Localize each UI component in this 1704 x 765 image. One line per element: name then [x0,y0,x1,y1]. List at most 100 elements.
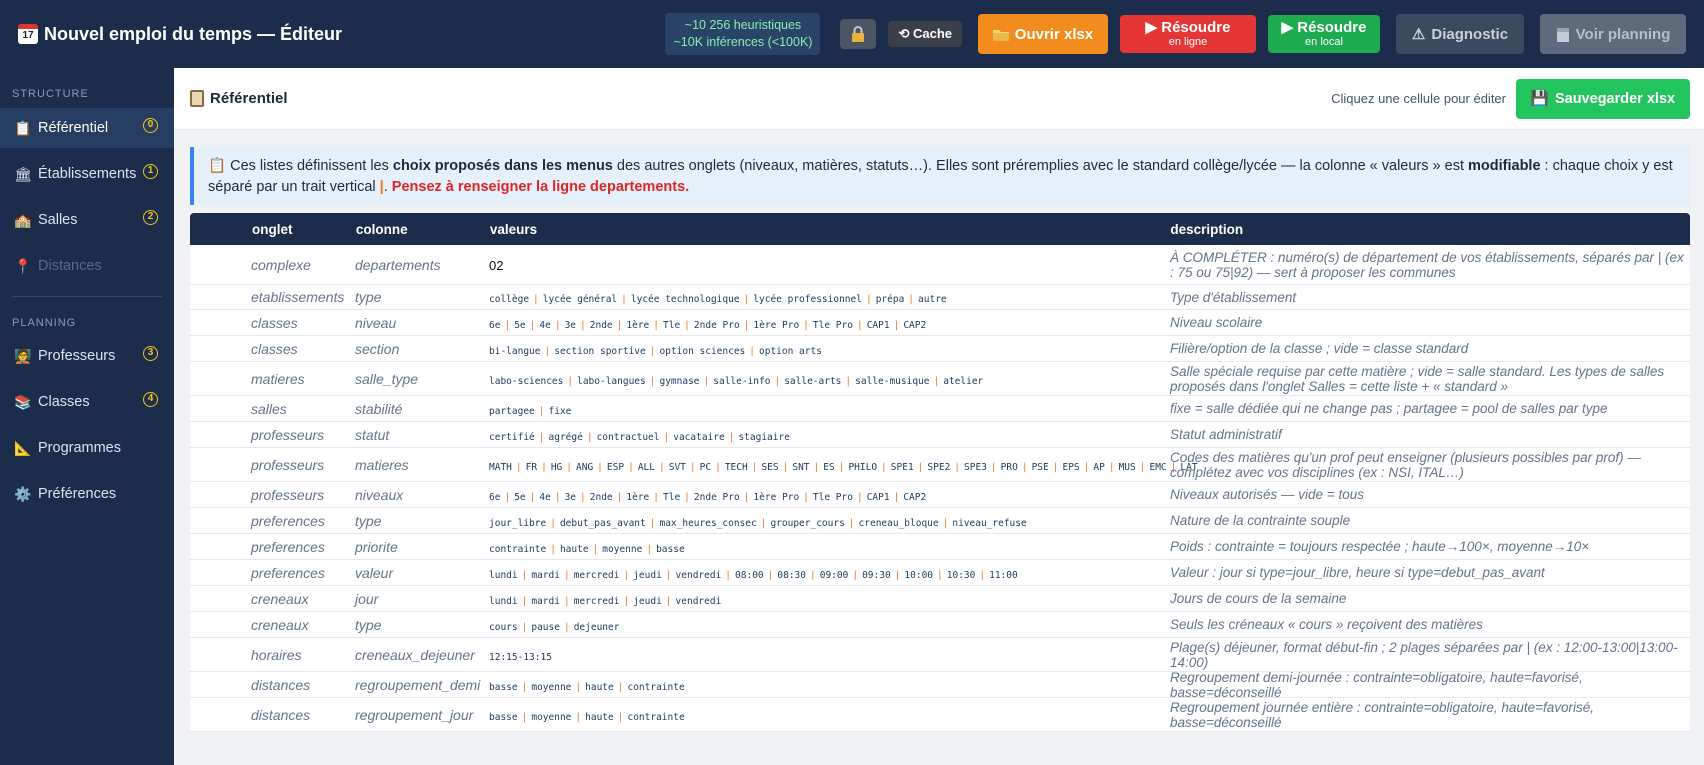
cell-valeurs[interactable]: 6e | 5e | 4e | 3e | 2nde | 1ère | Tle | 2nde Pro | 1ère … [489,487,1170,503]
solve-local-button[interactable]: ▶ Résoudre en local [1268,15,1380,53]
cell-onglet[interactable]: distances [190,707,355,723]
cell-valeurs[interactable]: lundi | mardi | mercredi | jeudi | vendredi | 08:0… [489,565,1170,581]
cell-onglet[interactable]: matieres [190,371,355,387]
cell-description[interactable]: Poids : contrainte = toujours respectée … [1170,539,1690,554]
cell-valeurs[interactable]: 12:15-13:15 [489,647,1170,663]
sidebar-item-preferences[interactable]: ⚙️ Préférences [0,474,174,514]
cell-onglet[interactable]: creneaux [190,617,355,633]
cell-valeurs[interactable]: bi-langue | section sportive | option scienc… [489,341,1170,357]
cell-description[interactable]: Codes des matières qu'un prof peut ensei… [1170,450,1690,480]
cell-valeurs[interactable]: cours | pause | dejeuner [489,617,1170,633]
cell-valeurs[interactable]: certifié | agrégé | contractuel | vacataire | st… [489,427,1170,443]
cell-onglet[interactable]: professeurs [190,427,355,443]
cell-onglet[interactable]: preferences [190,565,355,581]
cell-valeurs[interactable]: 02 [489,257,1170,273]
cell-onglet[interactable]: distances [190,677,355,693]
sidebar-item-etablissements[interactable]: 🏛 Établissements 1 [0,154,174,194]
cell-valeurs[interactable]: labo-sciences | labo-langues | gymnase | salle… [489,371,1170,387]
cell-onglet[interactable]: creneaux [190,591,355,607]
cell-description[interactable]: Niveau scolaire [1170,315,1690,330]
value-choice: 5e [514,491,526,503]
cell-colonne[interactable]: regroupement_demi [355,677,489,693]
cell-valeurs[interactable]: MATH | FR | HG | ANG | ESP | ALL | SVT | PC | TECH | SES | S… [489,457,1198,473]
cell-valeurs[interactable]: basse | moyenne | haute | contrainte [489,677,1170,693]
cell-description[interactable]: Jours de cours de la semaine [1170,591,1690,606]
cell-onglet[interactable]: professeurs [190,487,355,503]
cell-colonne[interactable]: type [355,617,489,633]
cell-colonne[interactable]: priorite [355,539,489,555]
cell-colonne[interactable]: jour [355,591,489,607]
sidebar-item-classes[interactable]: 📚 Classes 4 [0,382,174,422]
lock-button[interactable] [840,19,877,49]
cell-description[interactable]: Regroupement journée entière : contraint… [1170,700,1690,730]
value-choice: vendredi [675,595,722,607]
cell-colonne[interactable]: section [355,341,489,357]
cell-valeurs[interactable]: lundi | mardi | mercredi | jeudi | vendredi [489,591,1170,607]
cell-colonne[interactable]: creneaux_dejeuner [355,647,489,663]
cell-colonne[interactable]: matieres [355,457,489,473]
sidebar-item-referentiel[interactable]: 📋 Référentiel 0 [0,108,174,148]
cell-colonne[interactable]: niveaux [355,487,489,503]
cell-onglet[interactable]: preferences [190,539,355,555]
cell-description[interactable]: Salle spéciale requise par cette matière… [1170,364,1690,394]
sidebar-item-salles[interactable]: 🏫 Salles 2 [0,200,174,240]
step-number-badge: 1 [143,164,158,179]
sidebar-item-professeurs[interactable]: 🧑‍🏫 Professeurs 3 [0,336,174,376]
open-xlsx-button[interactable]: Ouvrir xlsx [978,14,1108,54]
value-separator: | [575,711,582,723]
clipboard-icon: 📋 [14,119,32,136]
value-separator: | [743,319,750,331]
cell-valeurs[interactable]: basse | moyenne | haute | contrainte [489,707,1170,723]
cell-colonne[interactable]: type [355,513,489,529]
cell-valeurs[interactable]: partagee | fixe [489,401,1170,417]
cell-description[interactable]: À COMPLÉTER : numéro(s) de département d… [1170,250,1690,280]
cell-valeurs[interactable]: collège | lycée général | lycée technologiqu… [489,289,1170,305]
cache-button[interactable]: ⟲ Cache [888,21,962,47]
cell-colonne[interactable]: statut [355,427,489,443]
cell-description[interactable]: Nature de la contrainte souple [1170,513,1690,528]
cell-description[interactable]: fixe = salle dédiée qui ne change pas ; … [1170,401,1690,416]
cell-colonne[interactable]: departements [355,257,489,273]
value-choice: CAP2 [903,491,927,503]
view-planning-button[interactable]: Voir planning [1540,14,1686,54]
save-xlsx-button[interactable]: 💾 Sauvegarder xlsx [1516,78,1690,119]
cell-onglet[interactable]: salles [190,401,355,417]
sidebar-item-programmes[interactable]: 📐 Programmes [0,428,174,468]
cell-description[interactable]: Plage(s) déjeuner, format début-fin ; 2 … [1170,640,1690,670]
value-separator: | [782,461,789,473]
value-choice: salle-info [713,375,771,387]
cell-onglet[interactable]: professeurs [190,457,355,473]
cell-onglet[interactable]: horaires [190,647,355,663]
cell-onglet[interactable]: preferences [190,513,355,529]
cell-description[interactable]: Seuls les créneaux « cours » reçoivent d… [1170,617,1690,632]
diagnostic-button[interactable]: ⚠ Diagnostic [1396,14,1524,54]
sidebar-item-distances[interactable]: 📍 Distances [0,246,174,286]
value-separator: | [623,595,630,607]
cell-colonne[interactable]: type [355,289,489,305]
cell-colonne[interactable]: niveau [355,315,489,331]
value-choice: option arts [759,345,822,357]
value-choice: pause [531,621,560,633]
value-choice: lundi [489,569,518,581]
cell-colonne[interactable]: stabilité [355,401,489,417]
table-row: preferences priorite contrainte | haute | moye… [190,534,1690,560]
cell-description[interactable]: Statut administratif [1170,427,1690,442]
cell-description[interactable]: Regroupement demi-journée : contrainte=o… [1170,670,1690,700]
cell-colonne[interactable]: valeur [355,565,489,581]
cell-onglet[interactable]: classes [190,315,355,331]
value-choice: moyenne [531,681,572,693]
cell-description[interactable]: Niveaux autorisés — vide = tous [1170,487,1690,502]
cell-valeurs[interactable]: jour_libre | debut_pas_avant | max_heures_co… [489,513,1170,529]
cell-colonne[interactable]: salle_type [355,371,489,387]
cell-valeurs[interactable]: 6e | 5e | 4e | 3e | 2nde | 1ère | Tle | 2nde Pro | 1ère … [489,315,1170,331]
cell-description[interactable]: Type d'établissement [1170,290,1690,305]
solve-online-button[interactable]: ▶ Résoudre en ligne [1120,15,1256,53]
cell-description[interactable]: Filière/option de la classe ; vide = cla… [1170,341,1690,356]
cell-description[interactable]: Valeur : jour si type=jour_libre, heure … [1170,565,1690,580]
cell-onglet[interactable]: classes [190,341,355,357]
value-choice: moyenne [531,711,572,723]
cell-onglet[interactable]: etablissements [190,289,355,305]
cell-valeurs[interactable]: contrainte | haute | moyenne | basse [489,539,1170,555]
cell-colonne[interactable]: regroupement_jour [355,707,489,723]
cell-onglet[interactable]: complexe [190,257,355,273]
